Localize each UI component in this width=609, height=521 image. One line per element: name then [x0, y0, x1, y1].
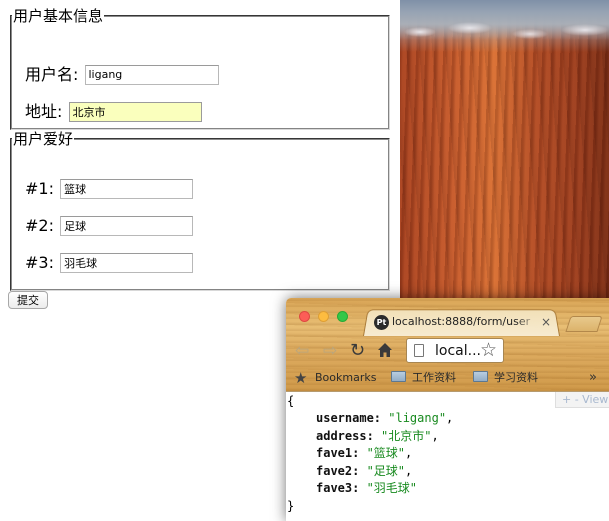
json-line-fave1: fave1: "篮球",	[316, 445, 412, 463]
json-value: "ligang"	[388, 411, 447, 425]
bookmarks-overflow-button[interactable]: »	[589, 367, 597, 389]
active-tab-content[interactable]: Pt localhost:8888/form/user	[374, 313, 554, 331]
submit-button[interactable]: 提交	[8, 291, 48, 309]
close-tab-icon[interactable]: ×	[541, 314, 551, 330]
arrow-right-icon[interactable]: ⇨	[323, 340, 337, 362]
json-separator: ,	[405, 446, 413, 460]
home-icon-glyph	[378, 343, 392, 357]
address-bar-text: local...	[435, 343, 481, 359]
bookmark-folder-work[interactable]: 工作资料	[391, 367, 456, 389]
json-separator: ,	[431, 429, 439, 443]
fave1-label: #1:	[25, 178, 54, 198]
json-value: "羽毛球"	[366, 481, 418, 495]
fave3-label: #3:	[25, 252, 54, 272]
json-colon: :	[352, 481, 367, 495]
favicon-icon: Pt	[374, 314, 389, 330]
folder-icon	[473, 371, 488, 382]
address-input[interactable]	[68, 101, 202, 122]
fave1-input[interactable]	[60, 178, 194, 199]
reload-icon[interactable]: ↻	[350, 340, 365, 362]
json-value: "北京市"	[381, 429, 432, 443]
bookmark-folder-work-label: 工作资料	[412, 371, 456, 384]
address-bar[interactable]: local... ☆	[406, 338, 504, 363]
address-row: 地址:	[25, 100, 202, 123]
fave2-input[interactable]	[60, 215, 194, 236]
json-colon: :	[373, 411, 389, 425]
maximize-window-button[interactable]	[337, 311, 348, 322]
page-content: + - View { username: "ligang", address: …	[286, 391, 609, 521]
json-viewer-toggle[interactable]: + - View	[555, 392, 609, 408]
basic-info-fieldset: 用户基本信息 用户名: 地址:	[10, 5, 390, 130]
browser-window: Pt localhost:8888/form/user × ⇦ ⇨ ↻ local…	[286, 298, 609, 521]
json-key: fave3	[316, 481, 353, 495]
fave1-row: #1:	[25, 177, 194, 200]
home-icon[interactable]	[377, 340, 393, 362]
favorites-fieldset: 用户爱好 #1: #2: #3:	[10, 128, 390, 291]
bookmarks-bar: ★ Bookmarks 工作资料 学习资料 »	[286, 367, 609, 389]
json-line-username: username: "ligang",	[316, 410, 453, 428]
browser-toolbar: ⇦ ⇨ ↻ local... ☆	[286, 336, 609, 366]
json-open-brace: {	[287, 394, 295, 408]
fave3-row: #3:	[25, 251, 194, 274]
json-key: fave2	[316, 464, 353, 478]
new-tab-button[interactable]	[565, 316, 603, 332]
json-key: fave1	[316, 446, 353, 460]
folder-icon	[391, 371, 406, 382]
page-icon	[414, 344, 424, 357]
close-window-button[interactable]	[299, 311, 310, 322]
json-colon: :	[352, 464, 367, 478]
json-line-fave2: fave2: "足球",	[316, 463, 412, 481]
tab-title: localhost:8888/form/user	[392, 315, 531, 328]
star-icon[interactable]: ☆	[480, 339, 497, 361]
json-colon: :	[366, 429, 382, 443]
bookmark-folder-study[interactable]: 学习资料	[473, 367, 538, 389]
bookmarks-button[interactable]: Bookmarks	[315, 367, 376, 389]
json-line-address: address: "北京市",	[316, 428, 439, 446]
favorites-legend: 用户爱好	[13, 130, 74, 148]
browser-frame: Pt localhost:8888/form/user × ⇦ ⇨ ↻ local…	[286, 298, 609, 391]
json-value: "篮球"	[366, 446, 406, 460]
fave3-input[interactable]	[60, 252, 194, 273]
json-separator: ,	[446, 411, 454, 425]
address-label: 地址:	[25, 101, 63, 121]
bookmark-folder-study-label: 学习资料	[494, 371, 538, 384]
json-separator: ,	[405, 464, 413, 478]
fave2-label: #2:	[25, 215, 54, 235]
username-label: 用户名:	[25, 64, 79, 84]
json-colon: :	[352, 446, 367, 460]
basic-info-legend: 用户基本信息	[13, 7, 104, 25]
arrow-left-icon[interactable]: ⇦	[295, 340, 309, 362]
username-row: 用户名:	[25, 63, 219, 86]
wallpaper-snow	[400, 18, 609, 58]
json-value: "足球"	[366, 464, 406, 478]
json-key: username	[316, 411, 374, 425]
username-input[interactable]	[84, 64, 219, 85]
json-close-brace: }	[287, 499, 295, 513]
json-key: address	[316, 429, 367, 443]
bookmarks-star-icon: ★	[294, 369, 308, 387]
minimize-window-button[interactable]	[318, 311, 329, 322]
json-line-fave3: fave3: "羽毛球"	[316, 480, 417, 498]
fave2-row: #2:	[25, 214, 194, 237]
